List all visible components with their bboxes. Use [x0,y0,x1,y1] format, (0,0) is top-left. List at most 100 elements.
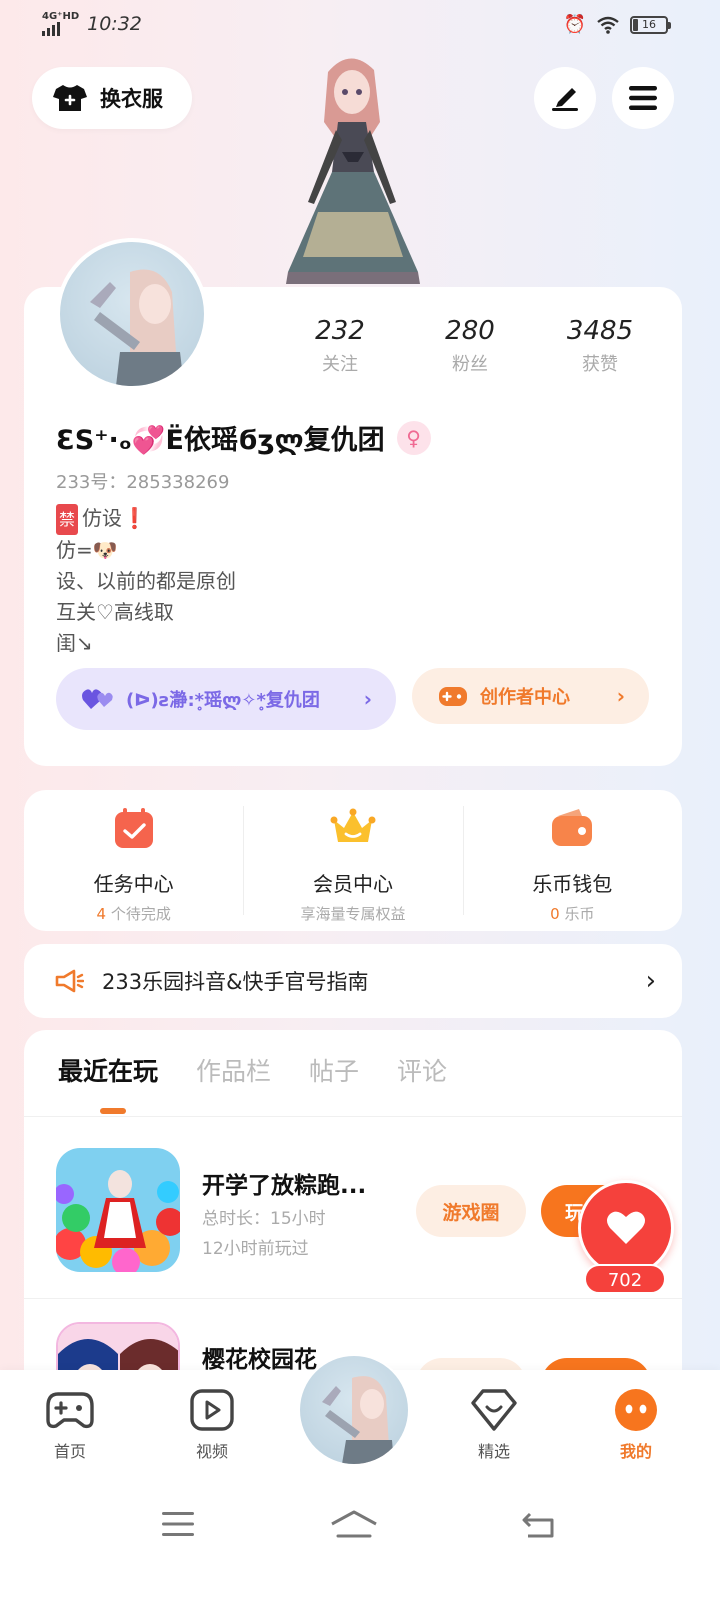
bio-line: 仿=🐶 [56,538,118,562]
bio: 禁仿设❗ 仿=🐶 设、以前的都是原创 互关♡高线取 闺↘ [56,503,236,659]
divider [24,1298,682,1299]
nav-label: 首页 [53,1442,86,1461]
bio-line: 仿设❗ [82,506,147,530]
edit-profile-button[interactable] [534,67,596,129]
battery-icon: 16 [630,16,671,34]
service-title: 乐币钱包 [532,872,613,896]
tab-works[interactable]: 作品栏 [196,1052,271,1088]
status-bar: 4G⁺HD 10:32 ⏰ 16 [0,0,720,50]
stat-value: 3485 [566,316,634,346]
heart-icon [607,1211,645,1244]
recent-apps-icon[interactable] [160,1510,196,1538]
profile-stats: 232 关注 280 粉丝 3485 获赞 [275,316,665,376]
pen-icon [552,88,578,111]
stat-likes[interactable]: 3485 获赞 [535,316,665,376]
nav-mine[interactable]: 我的 [596,1388,676,1462]
bio-line: 互关♡高线取 [56,600,174,624]
change-outfit-button[interactable]: 换衣服 [32,67,192,129]
service-title: 会员中心 [312,872,393,896]
heart-badge-icon [471,1389,517,1431]
battery-level: 16 [642,18,656,31]
tab-recently-played[interactable]: 最近在玩 [58,1052,158,1088]
creator-center-label: 创作者中心 [480,687,570,708]
user-id[interactable]: 233号：285338269 [56,468,229,494]
calendar-check-icon [114,808,153,848]
nav-label: 视频 [195,1442,228,1461]
chevron-right-icon: › [645,966,656,996]
shirt-icon [52,83,88,113]
nav-avatar[interactable] [300,1356,408,1464]
service-subtitle-text: 个待完成 [110,905,171,923]
stat-value: 232 [315,316,365,346]
divider [24,1116,682,1117]
hearts-icon [82,689,113,709]
nickname: ƐЅ⁺·ₒ💞Ë依瑶ϭʒლ复仇团 ♀ [56,418,431,457]
menu-button[interactable] [612,67,674,129]
stat-following[interactable]: 232 关注 [275,316,405,376]
stat-fans[interactable]: 280 粉丝 [405,316,535,376]
task-center[interactable]: 任务中心 4 个待完成 [24,790,243,931]
team-label: (ᐅ)ƨ瀞:*̥瑶ლ✧*̥复仇团 [126,690,320,711]
change-outfit-label: 换衣服 [100,87,163,111]
chevron-right-icon: › [363,687,372,711]
stat-label: 获赞 [582,354,618,375]
tab-comments[interactable]: 评论 [397,1052,447,1088]
back-icon[interactable] [520,1510,556,1540]
home-icon[interactable] [330,1510,378,1540]
service-subtitle: 享海量专属权益 [300,905,406,923]
avatar-character[interactable] [278,52,428,288]
announcement-bar[interactable]: 233乐园抖音&快手官号指南 › [24,944,682,1018]
service-title: 任务中心 [93,872,174,896]
female-icon: ♀ [396,420,431,455]
hamburger-icon [629,86,657,110]
service-subtitle-text: 乐币 [564,905,595,923]
nav-featured[interactable]: 精选 [454,1388,534,1462]
service-card: 任务中心 4 个待完成 会员中心 享海量专属权益 乐币钱包 0 乐币 [24,790,682,931]
coin-balance: 0 [550,905,560,923]
nav-label: 我的 [619,1442,652,1461]
nav-label: 精选 [477,1442,510,1461]
crown-icon [330,808,376,842]
vip-center[interactable]: 会员中心 享海量专属权益 [243,790,462,931]
stat-label: 关注 [322,354,358,375]
service-subtitle: 4 个待完成 [24,903,243,924]
chevron-right-icon: › [616,684,625,708]
game-circle-button[interactable]: 游戏圈 [416,1185,526,1237]
creator-center-button[interactable]: 创作者中心 › [412,668,649,724]
game-title: 开学了放粽跑... [202,1173,367,1199]
play-icon [190,1389,234,1431]
tab-posts[interactable]: 帖子 [309,1052,359,1088]
bio-line: 闺↘ [56,631,93,655]
clock: 10:32 [87,13,142,35]
gamepad-plus-icon [439,687,467,706]
pending-count: 4 [96,905,107,923]
nav-video[interactable]: 视频 [172,1388,252,1462]
face-icon [615,1389,657,1431]
coin-wallet[interactable]: 乐币钱包 0 乐币 [462,790,682,931]
network-indicator: 4G⁺HD [42,12,79,36]
wifi-icon [597,16,619,34]
network-type: 4G⁺HD [42,11,80,22]
team-button[interactable]: (ᐅ)ƨ瀞:*̥瑶ლ✧*̥复仇团 › [56,668,396,730]
alarm-icon: ⏰ [563,14,586,35]
like-button[interactable] [578,1180,674,1276]
nickname-text: ƐЅ⁺·ₒ💞Ë依瑶ϭʒლ复仇团 [56,425,385,456]
announcement-text: 233乐园抖音&快手官号指南 [102,970,369,994]
game-title: 樱花校园花 [202,1347,317,1373]
stat-label: 粉丝 [452,354,488,375]
bio-line: 设、以前的都是原创 [56,569,236,593]
game-thumbnail[interactable] [56,1148,180,1272]
avatar[interactable] [56,238,208,390]
system-nav-bar [0,1480,720,1600]
signal-icon [42,22,79,36]
active-tab-indicator [100,1108,126,1114]
service-subtitle: 0 乐币 [463,903,682,924]
game-total-time: 总时长：15小时 [202,1209,326,1229]
megaphone-icon [55,969,84,993]
nav-home[interactable]: 首页 [30,1388,110,1462]
stat-value: 280 [445,316,495,346]
content-tabs: 最近在玩 作品栏 帖子 评论 [58,1052,447,1088]
game-last-played: 12小时前玩过 [202,1239,309,1259]
wallet-icon [552,809,593,846]
like-count: 702 [584,1264,666,1294]
